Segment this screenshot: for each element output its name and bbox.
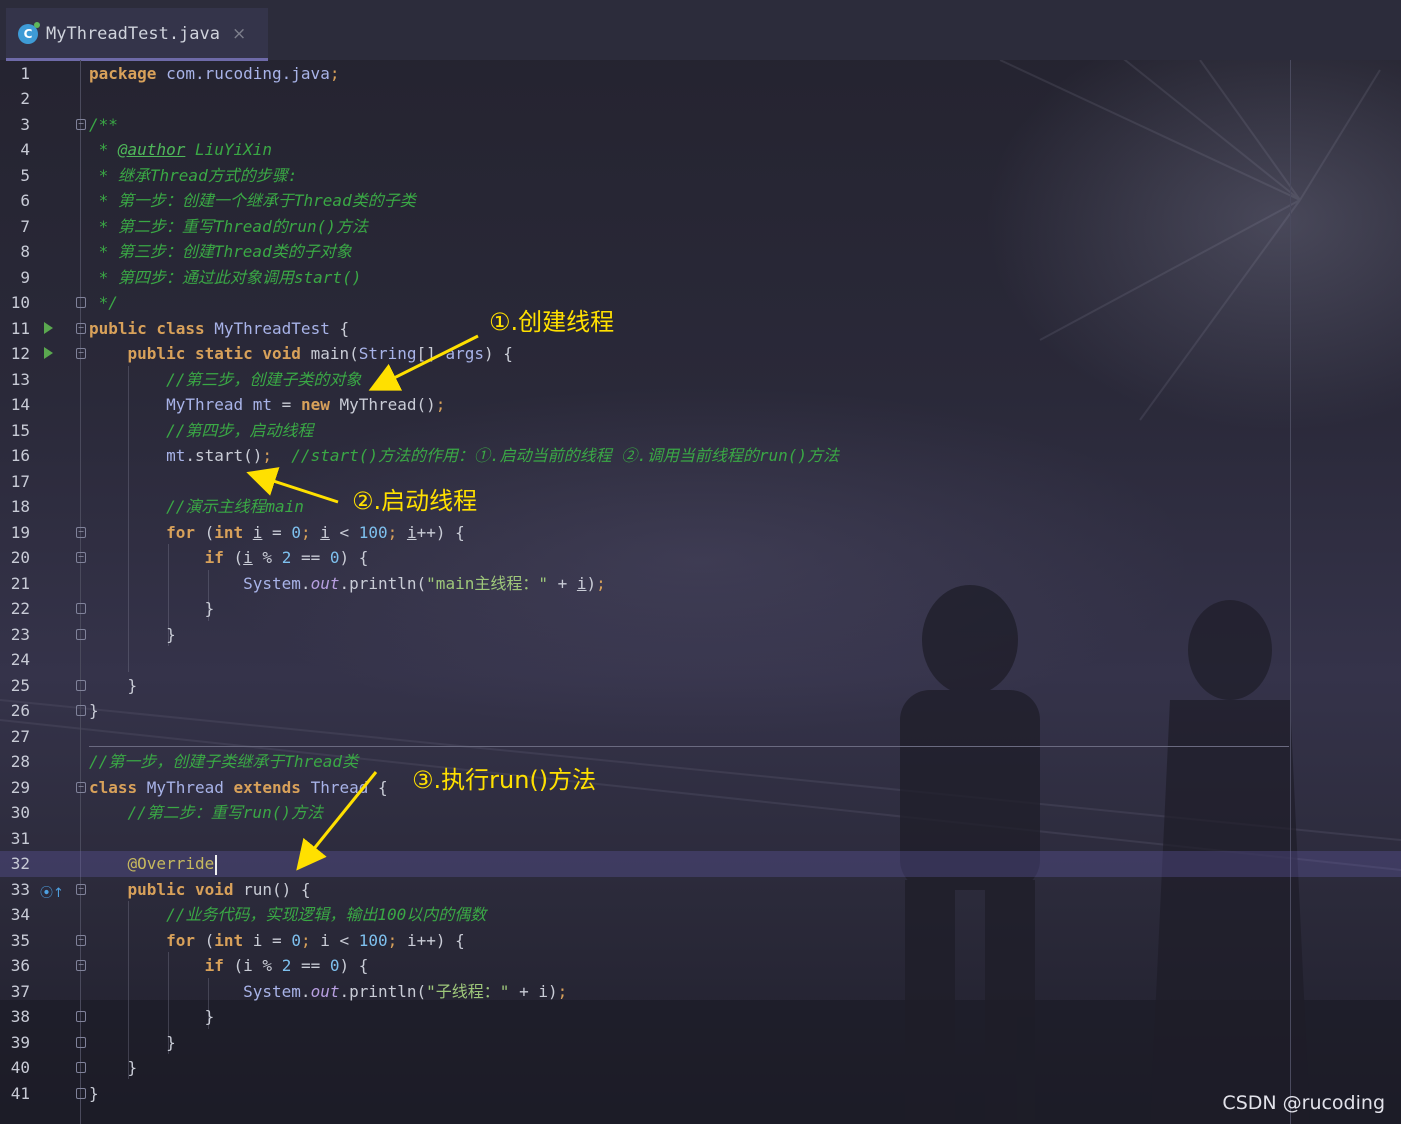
arrow-to-start-call — [246, 467, 339, 504]
arrow-to-run-override — [296, 771, 378, 871]
csdn-watermark: CSDN @rucoding — [1222, 1092, 1385, 1114]
annotation-arrows — [246, 334, 479, 871]
note-start-thread: ②.启动线程 — [352, 487, 478, 515]
note-create-thread: ①.创建线程 — [489, 308, 615, 336]
note-run-method: ③.执行run()方法 — [412, 766, 597, 794]
arrow-to-new-mythread — [368, 334, 479, 391]
